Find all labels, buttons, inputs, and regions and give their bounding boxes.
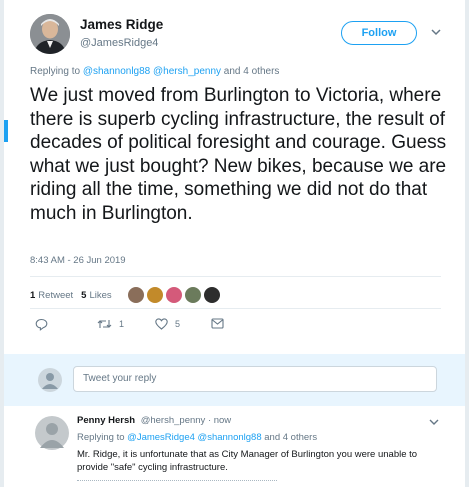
default-avatar-icon [42,373,58,389]
reply-tweet[interactable]: Penny Hersh @hersh_penny · now Replying … [4,406,465,487]
author-name[interactable]: James Ridge [80,17,163,32]
liker-avatar[interactable] [127,287,144,303]
likers-list [127,287,223,303]
mention-link[interactable]: @JamesRidge4 [127,432,195,443]
mention-link[interactable]: @hersh_penny [153,66,221,77]
reply-text: Mr. Ridge, it is unfortunate that as Cit… [77,449,418,473]
replying-prefix: Replying to [77,432,125,443]
reply-compose-area: Tweet your reply [4,354,465,406]
chevron-down-icon[interactable] [430,27,442,37]
liker-avatar[interactable] [146,287,163,303]
tweet-header: James Ridge @JamesRidge4 Follow [30,14,465,54]
reply-next-line-cutoff [77,480,277,487]
author-handle[interactable]: @JamesRidge4 [80,37,158,49]
reply-time[interactable]: · now [208,415,231,426]
likes-stat[interactable]: 5 Likes [81,290,111,301]
reply-header: Penny Hersh @hersh_penny · now [77,415,231,426]
reply-author-handle[interactable]: @hersh_penny [141,415,206,426]
current-user-avatar [38,368,62,392]
tweet-timestamp[interactable]: 8:43 AM - 26 Jun 2019 [30,255,126,266]
author-avatar-icon [30,14,70,54]
retweet-stat[interactable]: 1 Retweet [30,290,73,301]
like-count: 5 [175,319,181,329]
heart-icon [155,318,168,330]
direct-message-button[interactable] [211,318,231,329]
retweet-count: 1 [119,319,125,329]
replying-others[interactable]: and 4 others [224,66,280,77]
divider [30,276,441,277]
mention-link[interactable]: @shannonlg88 [83,66,150,77]
chevron-down-icon[interactable] [428,417,440,427]
tweet-text: We just moved from Burlington to Victori… [30,85,447,224]
retweet-button[interactable]: 1 [97,318,124,330]
envelope-icon [211,318,224,329]
reply-input[interactable]: Tweet your reply [73,366,437,392]
reply-author-avatar[interactable] [35,416,69,450]
follow-button[interactable]: Follow [341,21,417,45]
reply-icon [35,318,48,331]
liker-avatar[interactable] [203,287,220,303]
replying-prefix: Replying to [30,66,81,77]
reply-author-avatar-icon [40,423,64,448]
liker-avatar[interactable] [184,287,201,303]
reply-author-name[interactable]: Penny Hersh [77,415,135,426]
reply-button[interactable] [35,318,55,331]
mention-link[interactable]: @shannonlg88 [198,432,262,443]
replying-others[interactable]: and 4 others [264,432,317,443]
replying-to: Replying to @shannonlg88 @hersh_penny an… [30,66,279,77]
left-edge-accent [4,120,8,142]
divider [30,308,441,309]
retweet-icon [97,320,112,328]
liker-avatar[interactable] [165,287,182,303]
reply-replying-to: Replying to @JamesRidge4 @shannonlg88 an… [77,432,317,443]
tweet-stats: 1 Retweet 5 Likes [30,287,223,303]
author-avatar[interactable] [30,14,70,54]
tweet-card: James Ridge @JamesRidge4 Follow Replying… [4,0,465,487]
tweet-actions: 1 5 [35,318,235,336]
like-button[interactable]: 5 [155,318,180,330]
